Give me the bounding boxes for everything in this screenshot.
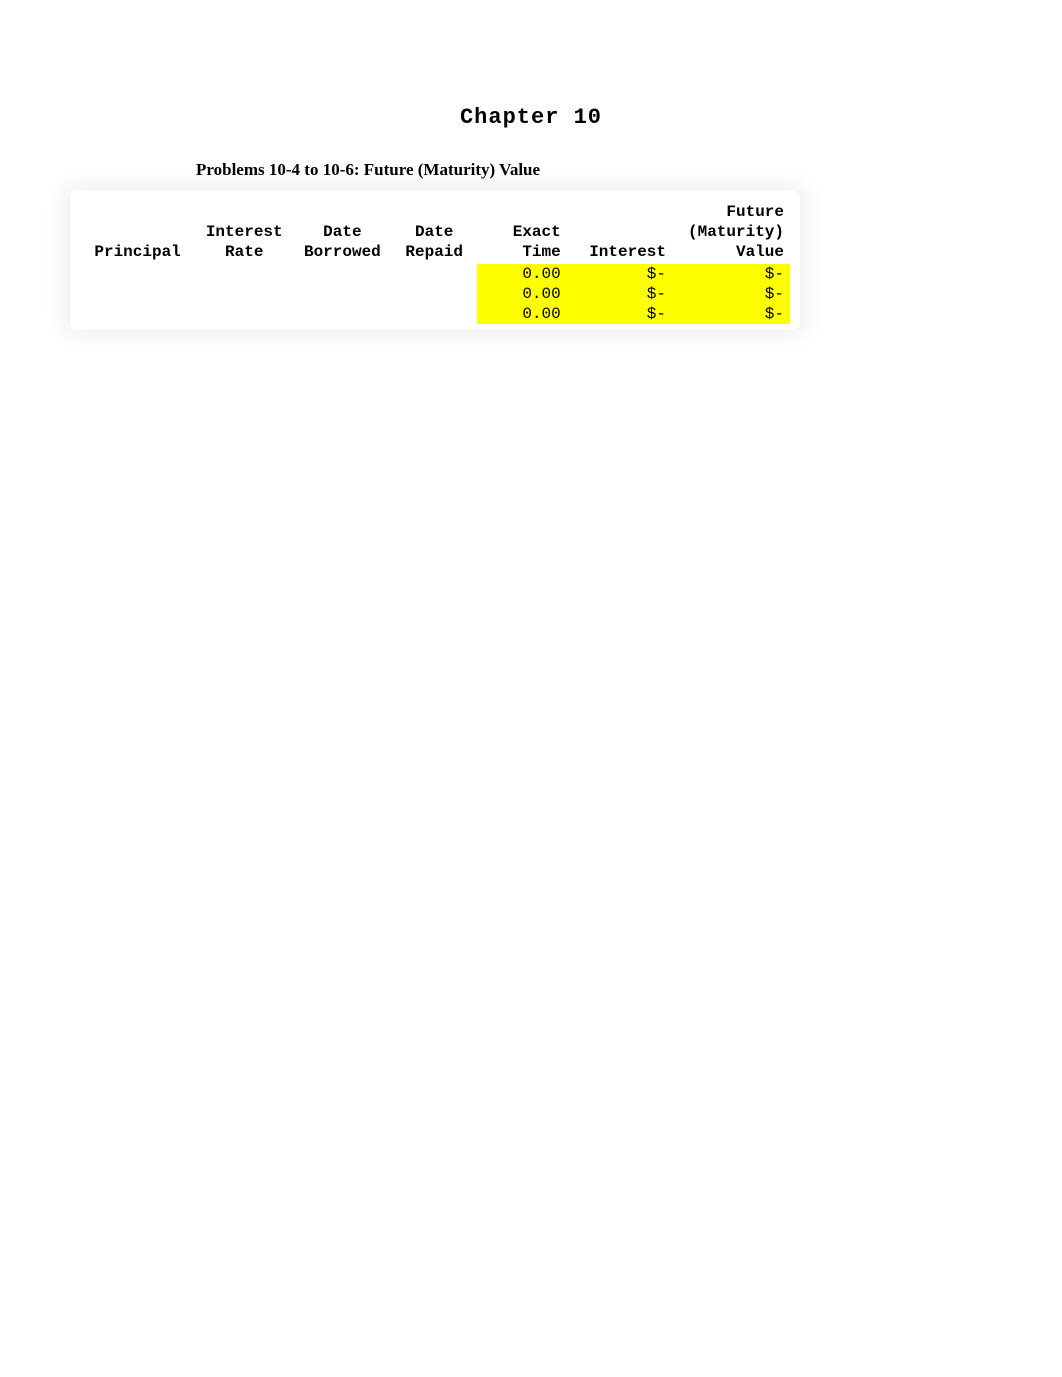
data-table-container: Principal Interest Rate Date Borrowed Da… [70,190,800,330]
cell-exact-time: 0.00 [477,284,567,304]
cell-principal [80,284,195,304]
col-header-label: Interest [206,223,283,241]
cell-exact-time: 0.00 [477,304,567,324]
cell-principal [80,304,195,324]
col-header-label: Date [323,223,361,241]
col-header-label: Borrowed [304,243,381,261]
cell-exact-time: 0.00 [477,264,567,284]
table-row: 0.00 $- $- [80,264,790,284]
col-header-principal: Principal [80,198,195,264]
col-header-interest: Interest [567,198,672,264]
cell-future-value: $- [672,284,790,304]
col-header-label: Value [736,243,784,261]
col-header-label: Repaid [405,243,463,261]
cell-rate [195,264,293,284]
cell-interest: $- [567,284,672,304]
col-header-date-repaid: Date Repaid [391,198,476,264]
table-row: 0.00 $- $- [80,284,790,304]
col-header-label: Date [415,223,453,241]
section-subtitle: Problems 10-4 to 10-6: Future (Maturity)… [196,160,1062,180]
cell-borrowed [293,304,391,324]
col-header-label: (Maturity) [688,223,784,241]
col-header-label: Rate [225,243,263,261]
cell-borrowed [293,264,391,284]
cell-interest: $- [567,264,672,284]
col-header-label: Exact [513,223,561,241]
col-header-label: Time [522,243,560,261]
cell-interest: $- [567,304,672,324]
col-header-label: Principal [94,243,180,261]
col-header-exact-time: Exact Time [477,198,567,264]
cell-principal [80,264,195,284]
cell-borrowed [293,284,391,304]
cell-future-value: $- [672,304,790,324]
col-header-interest-rate: Interest Rate [195,198,293,264]
cell-future-value: $- [672,264,790,284]
col-header-label: Interest [589,243,666,261]
cell-rate [195,304,293,324]
chapter-title: Chapter 10 [0,105,1062,130]
cell-repaid [391,264,476,284]
col-header-label: Future [726,203,784,221]
col-header-date-borrowed: Date Borrowed [293,198,391,264]
cell-rate [195,284,293,304]
future-value-table: Principal Interest Rate Date Borrowed Da… [80,198,790,324]
cell-repaid [391,284,476,304]
col-header-future-value: Future (Maturity) Value [672,198,790,264]
table-row: 0.00 $- $- [80,304,790,324]
cell-repaid [391,304,476,324]
